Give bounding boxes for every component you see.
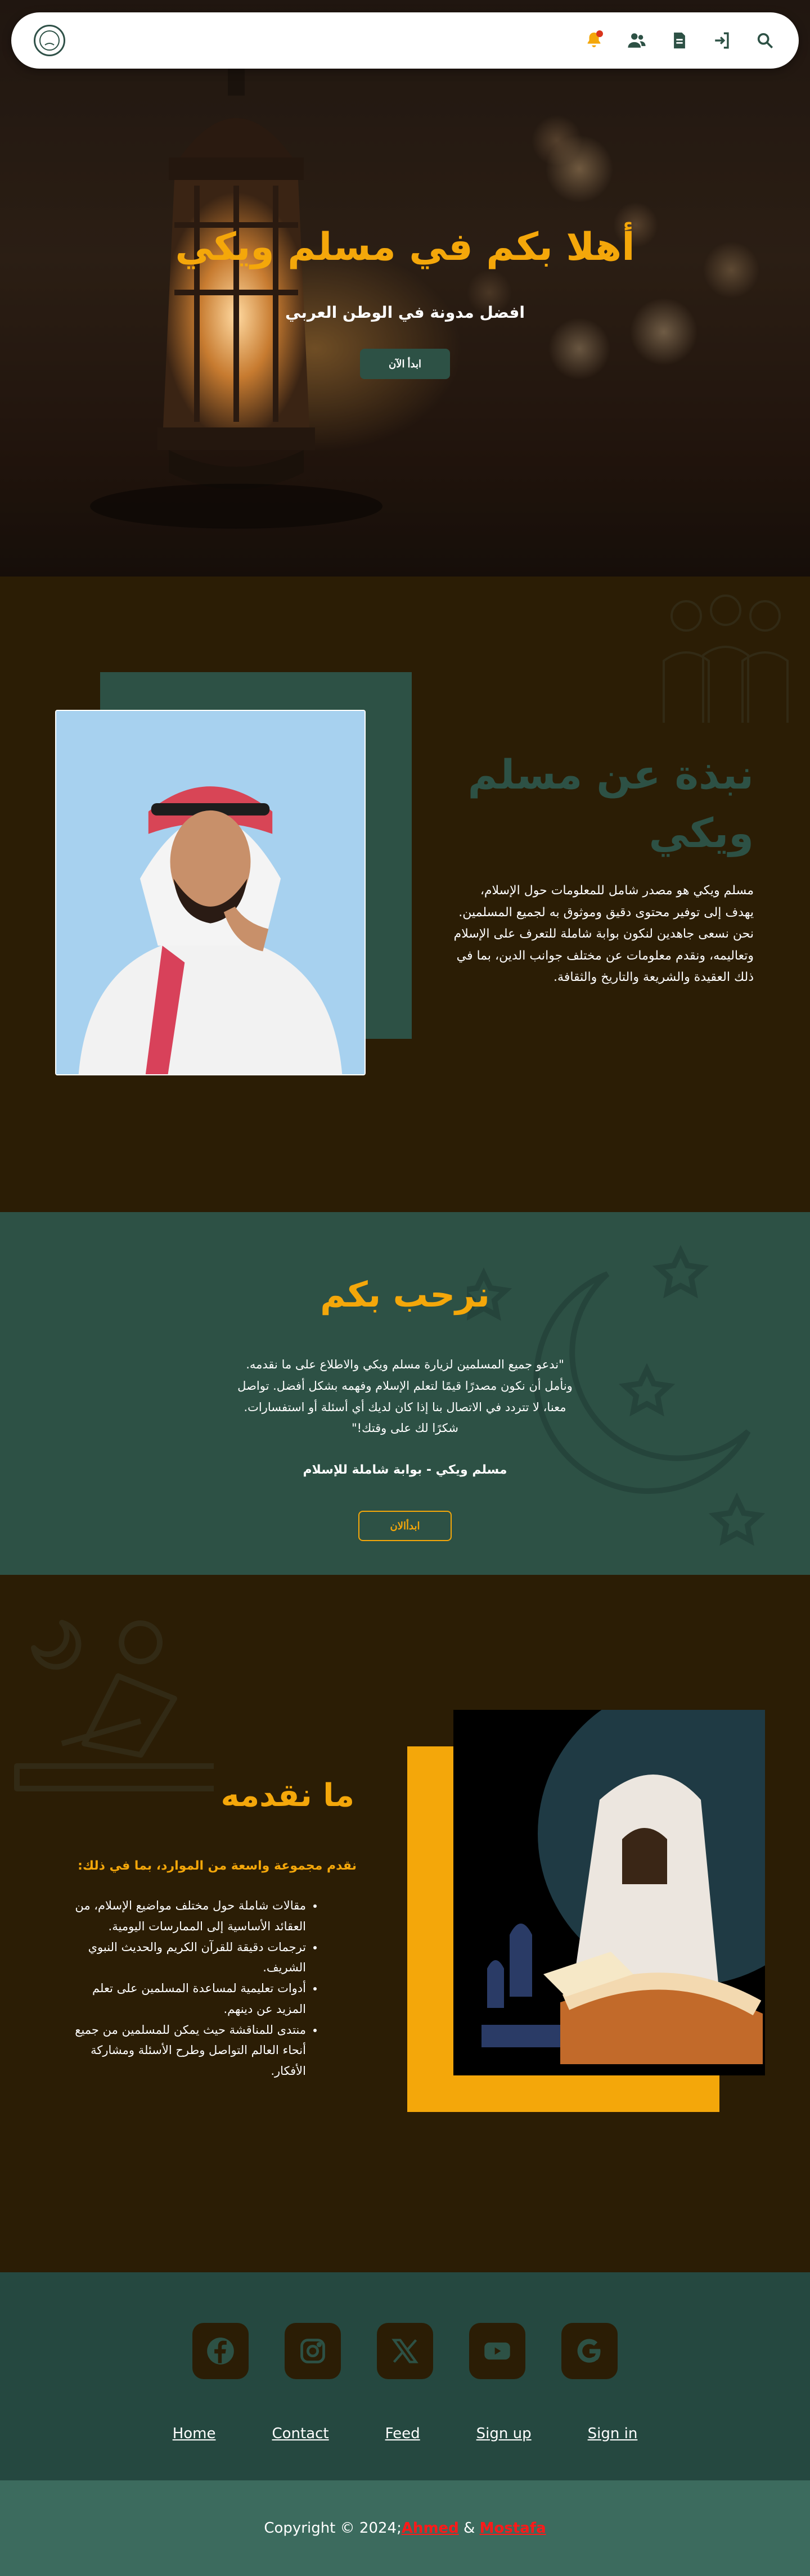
footer: Home Contact Feed Sign up Sign in xyxy=(0,2272,810,2480)
site-logo[interactable] xyxy=(34,25,65,56)
services-photo xyxy=(453,1710,765,2075)
nav-icons xyxy=(583,29,776,52)
reader-illustration-icon xyxy=(14,1620,214,1791)
list-item: منتدى للمناقشة حيث يمكن للمسلمين من جميع… xyxy=(62,2020,306,2082)
people-illustration-icon xyxy=(663,595,789,723)
start-now-outline-button[interactable]: ابدأالان xyxy=(358,1511,452,1542)
about-text: مسلم ويكي هو مصدر شامل للمعلومات حول الإ… xyxy=(453,884,754,984)
footer-link-feed[interactable]: Feed xyxy=(385,2425,420,2442)
bell-icon[interactable] xyxy=(583,29,605,52)
users-icon[interactable] xyxy=(626,29,648,52)
copyright-bar: Copyright © 2024; Ahmed & Mostafa xyxy=(0,2480,810,2576)
footer-link-contact[interactable]: Contact xyxy=(272,2425,328,2442)
copyright-prefix: Copyright © 2024; xyxy=(264,2520,402,2537)
footer-link-sign-up[interactable]: Sign up xyxy=(476,2425,532,2442)
youtube-icon[interactable] xyxy=(469,2323,525,2379)
list-item: أدوات تعليمية لمساعدة المسلمين على تعلم … xyxy=(62,1978,306,2020)
footer-links: Home Contact Feed Sign up Sign in xyxy=(0,2425,810,2442)
instagram-icon[interactable] xyxy=(285,2323,341,2379)
navbar xyxy=(11,12,799,69)
facebook-icon[interactable] xyxy=(192,2323,249,2379)
welcome-tagline: مسلم ويكي - بوابة شاملة للإسلام xyxy=(303,1463,507,1478)
services-section: ما نقدمه نقدم مجموعة واسعة من الموارد، ب… xyxy=(0,1575,810,2272)
document-icon[interactable] xyxy=(668,29,691,52)
hero-content: أهلا بكم في مسلم ويكي افضل مدونة في الوط… xyxy=(0,225,810,379)
services-list: مقالات شاملة حول مختلف مواضيع الإسلام، م… xyxy=(62,1895,321,2082)
services-intro: نقدم مجموعة واسعة من الموارد، بما في ذلك… xyxy=(78,1859,357,1873)
author-link-ahmed[interactable]: Ahmed xyxy=(402,2520,459,2537)
about-photo xyxy=(55,710,366,1075)
about-title: نبذة عن مسلم ويكي xyxy=(467,751,754,857)
hero-subtitle: افضل مدونة في الوطن العربي xyxy=(285,303,525,322)
welcome-title: نرحب بكم xyxy=(320,1274,490,1315)
author-link-mostafa[interactable]: Mostafa xyxy=(480,2520,546,2537)
search-icon[interactable] xyxy=(754,29,776,52)
list-item: ترجمات دقيقة للقرآن الكريم والحديث النبو… xyxy=(62,1937,306,1979)
services-title: ما نقدمه xyxy=(220,1777,354,1814)
hero-section: أهلا بكم في مسلم ويكي افضل مدونة في الوط… xyxy=(0,0,810,577)
footer-link-sign-in[interactable]: Sign in xyxy=(588,2425,638,2442)
social-links xyxy=(0,2272,810,2379)
copyright-separator: & xyxy=(458,2520,480,2537)
notification-dot xyxy=(596,30,603,37)
start-now-button[interactable]: ابدأ الآن xyxy=(360,349,450,379)
footer-link-home[interactable]: Home xyxy=(173,2425,216,2442)
google-icon[interactable] xyxy=(561,2323,618,2379)
welcome-section: نرحب بكم "ندعو جميع المسلمين لزيارة مسلم… xyxy=(0,1212,810,1575)
list-item: مقالات شاملة حول مختلف مواضيع الإسلام، م… xyxy=(62,1895,306,1937)
welcome-text: "ندعو جميع المسلمين لزيارة مسلم ويكي وال… xyxy=(237,1358,573,1435)
hero-title: أهلا بكم في مسلم ويكي xyxy=(175,225,635,269)
about-section: نبذة عن مسلم ويكي مسلم ويكي هو مصدر شامل… xyxy=(0,577,810,1212)
x-icon[interactable] xyxy=(377,2323,433,2379)
logo-icon xyxy=(39,30,60,51)
login-icon[interactable] xyxy=(711,29,734,52)
